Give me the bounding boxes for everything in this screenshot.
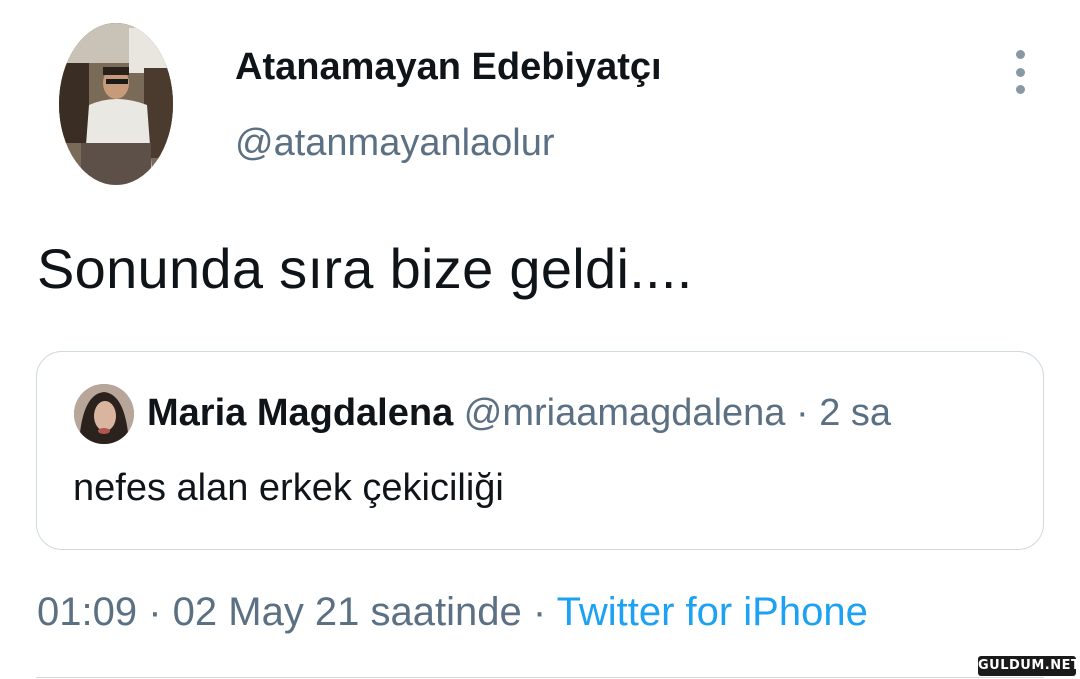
author-avatar[interactable] [59, 23, 173, 185]
author-display-name[interactable]: Atanamayan Edebiyatçı [235, 46, 662, 89]
quoted-tweet-text: nefes alan erkek çekiciliği [73, 467, 504, 509]
quoted-author-handle[interactable]: @mriaamagdalena [464, 392, 786, 434]
quoted-tweet-time[interactable]: 2 sa [819, 392, 891, 434]
tweet-meta: 01:09 · 02 May 21 saatinde · Twitter for… [37, 590, 868, 635]
tweet-timestamp[interactable]: 01:09 · 02 May 21 saatinde [37, 590, 522, 634]
quoted-author-avatar[interactable] [74, 384, 134, 444]
quoted-author-display-name[interactable]: Maria Magdalena [147, 392, 453, 434]
author-handle[interactable]: @atanmayanlaolur [235, 122, 555, 165]
quoted-meta-separator: · [785, 392, 820, 434]
quoted-tweet-header: Maria Magdalena @mriaamagdalena · 2 sa [147, 392, 891, 435]
tweet-text: Sonunda sıra bize geldi.... [37, 237, 693, 300]
site-watermark: GULDUM.NET [978, 656, 1080, 676]
divider [36, 677, 1044, 678]
more-vertical-icon[interactable] [1008, 50, 1032, 94]
tweet-meta-separator: · [521, 590, 557, 634]
quoted-tweet[interactable]: Maria Magdalena @mriaamagdalena · 2 sa n… [36, 351, 1044, 550]
tweet-source-link[interactable]: Twitter for iPhone [557, 590, 868, 634]
